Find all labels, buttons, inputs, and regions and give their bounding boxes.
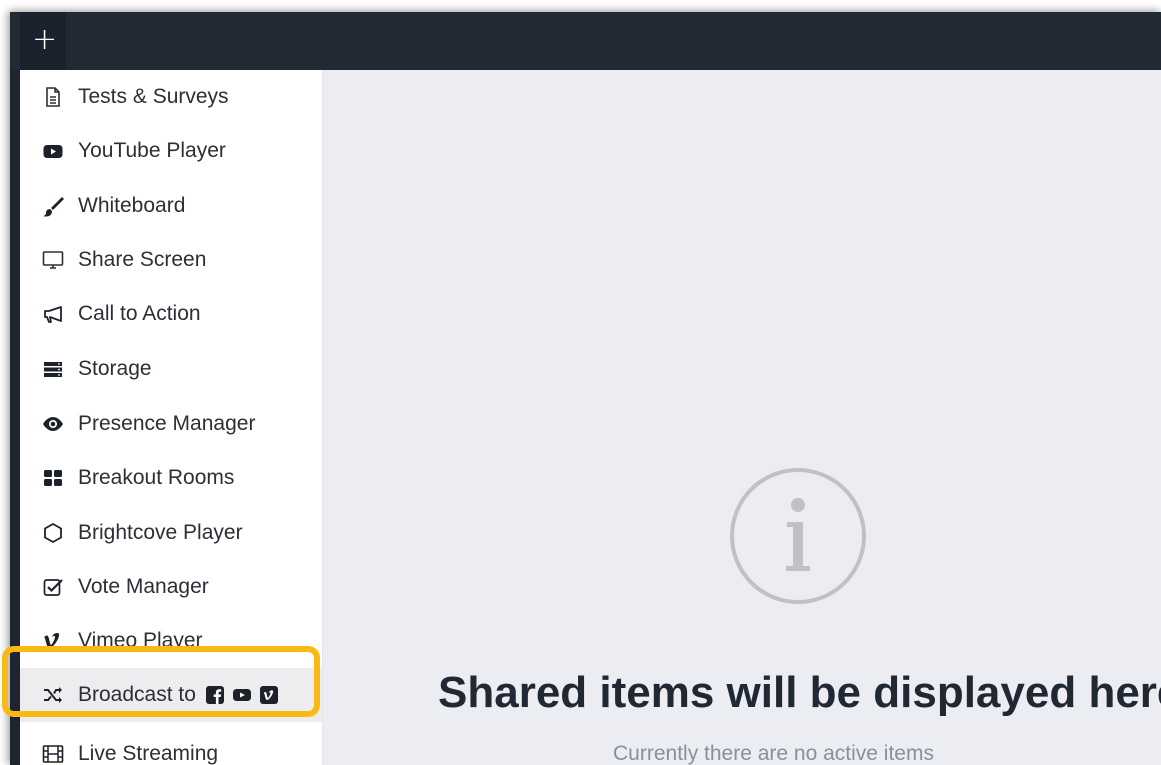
top-bar: +: [10, 12, 1161, 70]
info-circle-icon: [730, 468, 866, 604]
checkbox-icon: [42, 576, 64, 598]
sidebar-item-vote-manager[interactable]: Vote Manager: [20, 560, 322, 614]
sidebar-item-label: Whiteboard: [78, 194, 186, 217]
sidebar-menu: Tests & Surveys YouTube Player Whiteboar…: [20, 70, 323, 765]
sidebar-item-presence-manager[interactable]: Presence Manager: [20, 397, 322, 451]
sidebar-item-label: Presence Manager: [78, 412, 256, 435]
empty-state-subtitle: Currently there are no active items: [613, 742, 934, 765]
sidebar-item-broadcast-to[interactable]: Broadcast to: [20, 668, 322, 722]
left-rail: [10, 70, 20, 765]
sidebar-item-brightcove-player[interactable]: Brightcove Player: [20, 506, 322, 560]
broadcast-targets: [205, 685, 279, 705]
sidebar-item-call-to-action[interactable]: Call to Action: [20, 287, 322, 341]
youtube-icon: [232, 689, 251, 701]
add-button[interactable]: +: [20, 12, 66, 70]
app-frame: + Tests & Surveys YouTube Player Whitebo…: [10, 12, 1161, 765]
sidebar-item-share-screen[interactable]: Share Screen: [20, 233, 322, 287]
shuffle-icon: [42, 684, 64, 706]
brightcove-icon: [42, 522, 64, 544]
film-icon: [42, 743, 64, 765]
sidebar-item-storage[interactable]: Storage: [20, 342, 322, 396]
server-icon: [42, 358, 64, 380]
megaphone-icon: [42, 303, 64, 325]
monitor-icon: [42, 249, 64, 271]
vimeo-icon: [42, 630, 64, 652]
brush-icon: [42, 195, 64, 217]
sidebar-item-whiteboard[interactable]: Whiteboard: [20, 179, 322, 233]
shared-items-panel: Shared items will be displayed here Curr…: [323, 70, 1161, 765]
youtube-icon: [42, 140, 64, 162]
sidebar-item-label: Call to Action: [78, 302, 201, 325]
sidebar-item-live-streaming[interactable]: Live Streaming: [20, 727, 322, 765]
facebook-icon: [205, 686, 224, 704]
sidebar-item-label: Vimeo Player: [78, 629, 203, 652]
sidebar-item-youtube-player[interactable]: YouTube Player: [20, 124, 322, 178]
document-icon: [42, 86, 64, 108]
sidebar-item-label: Broadcast to: [78, 683, 196, 706]
sidebar-item-label: Live Streaming: [78, 742, 219, 765]
grid-icon: [42, 467, 64, 489]
vimeo-icon: [259, 686, 278, 704]
sidebar-item-label: Storage: [78, 357, 152, 380]
sidebar-item-label: Vote Manager: [78, 575, 209, 598]
sidebar-item-breakout-rooms[interactable]: Breakout Rooms: [20, 451, 322, 505]
sidebar-item-label: YouTube Player: [78, 139, 226, 162]
eye-icon: [42, 413, 64, 435]
sidebar-item-label: Tests & Surveys: [78, 85, 229, 108]
sidebar-item-label: Breakout Rooms: [78, 466, 235, 489]
sidebar-item-vimeo-player[interactable]: Vimeo Player: [20, 614, 322, 668]
sidebar-item-label: Share Screen: [78, 248, 207, 271]
sidebar-item-tests-surveys[interactable]: Tests & Surveys: [20, 70, 322, 124]
sidebar-item-label: Brightcove Player: [78, 521, 243, 544]
empty-state-title: Shared items will be displayed here: [438, 668, 1161, 717]
